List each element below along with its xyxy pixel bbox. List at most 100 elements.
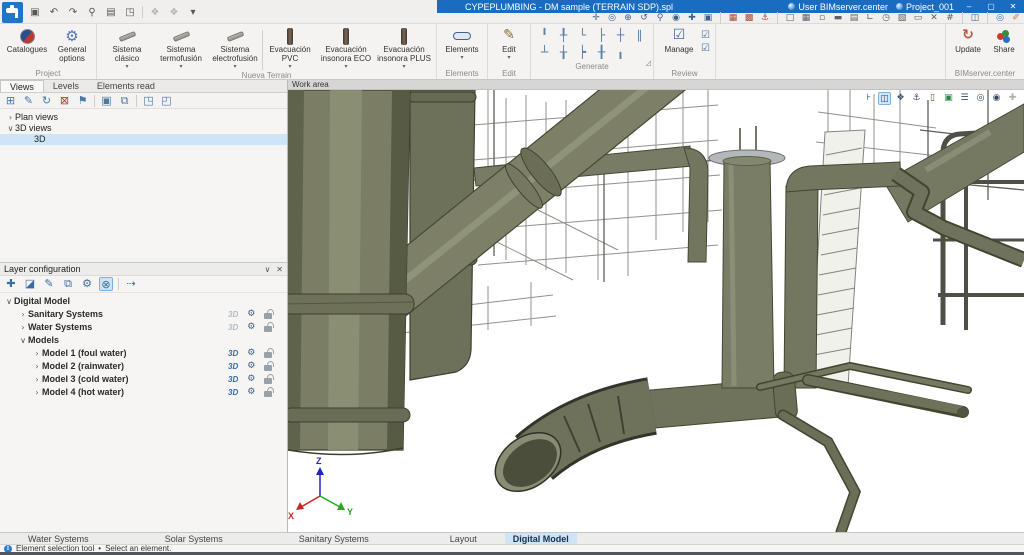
bimserver-project-button[interactable]: Project_001 <box>896 2 954 12</box>
pipe-large-vertical[interactable] <box>288 90 414 455</box>
zoom-window-icon[interactable]: ✛ <box>590 13 602 23</box>
caret-collapsed-icon[interactable]: › <box>32 360 42 373</box>
config-icon[interactable]: ❖ <box>148 7 162 18</box>
sistema-electrofusion-button[interactable]: Sistema electrofusión▾ <box>208 26 262 70</box>
layer-settings-icon[interactable]: ⚙ <box>80 277 94 291</box>
close-panel-icon[interactable]: ✕ <box>276 265 283 274</box>
generate-branch-icon[interactable]: ├ <box>592 27 611 44</box>
section-box-icon[interactable]: ▯ <box>926 92 939 105</box>
share-button[interactable]: Share <box>987 26 1021 55</box>
caret-expanded-icon[interactable]: ∨ <box>6 123 15 134</box>
sphere-icon[interactable]: ◎ <box>974 92 987 105</box>
tab-views[interactable]: Views <box>0 80 44 92</box>
general-options-button[interactable]: ⚙ General options <box>51 26 93 64</box>
collapse-panel-icon[interactable]: ∨ <box>264 265 270 274</box>
duplicate-view-icon[interactable]: ↻ <box>40 94 53 107</box>
cut-icon[interactable]: ✕ <box>928 13 940 23</box>
unlocked-icon[interactable] <box>264 378 272 384</box>
view-3d-badge[interactable]: 3D <box>228 321 238 334</box>
unlocked-icon[interactable] <box>264 352 272 358</box>
view-3d-badge[interactable]: 3D <box>228 308 238 321</box>
tree-item-3d-views[interactable]: ∨ 3D views <box>0 123 287 134</box>
export-icon[interactable]: ◳ <box>123 7 137 18</box>
generate-cross-icon[interactable]: ┼ <box>611 27 630 44</box>
tab-sanitary-systems[interactable]: Sanitary Systems <box>291 533 377 544</box>
zoom-realtime-icon[interactable]: ⚲ <box>654 13 666 23</box>
add-layer-icon[interactable]: ✚ <box>4 277 18 291</box>
isolate-layer-icon[interactable]: ⊗ <box>99 277 113 291</box>
edit-button[interactable]: ✎ Edit▾ <box>491 26 527 61</box>
object-snap-icon[interactable]: ⚓ <box>759 13 771 23</box>
tab-water-systems[interactable]: Water Systems <box>20 533 97 544</box>
unlocked-icon[interactable] <box>264 326 272 332</box>
tab-solar-systems[interactable]: Solar Systems <box>157 533 231 544</box>
globe-icon[interactable]: ◎ <box>994 13 1006 23</box>
edit-view-icon[interactable]: ✎ <box>22 94 35 107</box>
config2-icon[interactable]: ❖ <box>167 7 181 18</box>
generate-tee2-icon[interactable]: ╁ <box>554 44 573 61</box>
caret-collapsed-icon[interactable]: › <box>32 386 42 399</box>
delete-view-icon[interactable]: ⊠ <box>58 94 71 107</box>
caret-expanded-icon[interactable]: ∨ <box>18 334 28 347</box>
minimize-button[interactable]: – <box>962 2 976 11</box>
3d-viewport-scene[interactable]: Z X Y <box>288 90 1024 532</box>
layer-gear-icon[interactable]: ⚙ <box>247 321 255 334</box>
tree-item-plan-views[interactable]: › Plan views <box>0 112 287 123</box>
maximize-button[interactable]: ▢ <box>984 2 998 11</box>
image-icon[interactable]: ▧ <box>896 13 908 23</box>
eye-icon[interactable]: ◉ <box>990 92 1003 105</box>
zoom-extents-icon[interactable]: ◎ <box>606 13 618 23</box>
open-box-icon[interactable]: ◳ <box>142 94 155 107</box>
layer-item-models[interactable]: ∨ Models <box>0 334 287 347</box>
unlocked-icon[interactable] <box>264 365 272 371</box>
camera-copy-icon[interactable]: ⧉ <box>118 94 131 108</box>
anchor-icon[interactable]: ⚓ <box>910 92 923 105</box>
pipe-diagonal-right[interactable] <box>884 104 1024 222</box>
grid-icon[interactable]: ▦ <box>800 13 812 23</box>
caret-collapsed-icon[interactable]: › <box>18 308 28 321</box>
copy-layer-icon[interactable]: ⧉ <box>61 277 75 291</box>
zoom-in-icon[interactable]: ⊕ <box>622 13 634 23</box>
sistema-termofusion-button[interactable]: Sistema termofusión▾ <box>154 26 208 70</box>
open-box2-icon[interactable]: ◰ <box>160 94 173 107</box>
update-button[interactable]: ↻ Update <box>949 26 987 55</box>
tab-levels[interactable]: Levels <box>44 80 88 92</box>
redraw-icon[interactable]: ▣ <box>702 13 714 23</box>
generate-extend-icon[interactable]: ╀ <box>554 27 573 44</box>
layer-gear-icon[interactable]: ⚙ <box>247 308 255 321</box>
view-3d-badge[interactable]: 3D <box>228 347 238 360</box>
undo-icon[interactable]: ↶ <box>47 7 61 18</box>
unlocked-icon[interactable] <box>264 391 272 397</box>
zoom-previous-icon[interactable]: ↺ <box>638 13 650 23</box>
generate-corner-icon[interactable]: └ <box>573 27 592 44</box>
layer-item-model-3[interactable]: › Model 3 (cold water) 3D ⚙ <box>0 373 287 386</box>
generate-dialog-launcher[interactable]: ◿ <box>646 59 651 67</box>
unlocked-icon[interactable] <box>264 313 272 319</box>
keyboard-icon[interactable]: ▤ <box>848 13 860 23</box>
view-3d-badge[interactable]: 3D <box>228 360 238 373</box>
layer-gear-icon[interactable]: ⚙ <box>247 347 255 360</box>
generate-parallel-icon[interactable]: ∥ <box>630 27 649 44</box>
pipe-flanged-vertical[interactable] <box>709 126 785 388</box>
axis-tripod-icon[interactable]: ⊦ <box>862 92 875 105</box>
screen-icon[interactable]: ▬ <box>832 13 844 23</box>
review-check-icon[interactable]: ☑ <box>701 30 710 41</box>
close-button[interactable]: ✕ <box>1006 2 1020 11</box>
layer-item-digital-model[interactable]: ∨ Digital Model <box>0 295 287 308</box>
bimserver-user-button[interactable]: User BIMserver.center <box>788 2 888 12</box>
window-layout-icon[interactable]: ◫ <box>969 13 981 23</box>
generate-tee-icon[interactable]: ┴ <box>535 44 554 61</box>
evacuacion-insonora-plus-button[interactable]: Evacuación insonora PLUS▾ <box>375 26 433 70</box>
generate-branch2-icon[interactable]: ┝ <box>573 44 592 61</box>
zoom-icon[interactable]: ⚲ <box>85 7 99 18</box>
comment-icon[interactable]: ▭ <box>912 13 924 23</box>
layer-item-sanitary-systems[interactable]: › Sanitary Systems 3D ⚙ <box>0 308 287 321</box>
caret-collapsed-icon[interactable]: › <box>18 321 28 334</box>
reference-grid-icon[interactable]: ▦ <box>727 13 739 23</box>
tree-item-3d[interactable]: 3D <box>0 134 287 145</box>
layer-item-water-systems[interactable]: › Water Systems 3D ⚙ <box>0 321 287 334</box>
qat-more-icon[interactable]: ▾ <box>186 7 200 18</box>
angle-icon[interactable]: ∟ <box>864 13 876 23</box>
generate-stub-icon[interactable]: ╻ <box>611 44 630 61</box>
caret-collapsed-icon[interactable]: › <box>6 112 15 123</box>
